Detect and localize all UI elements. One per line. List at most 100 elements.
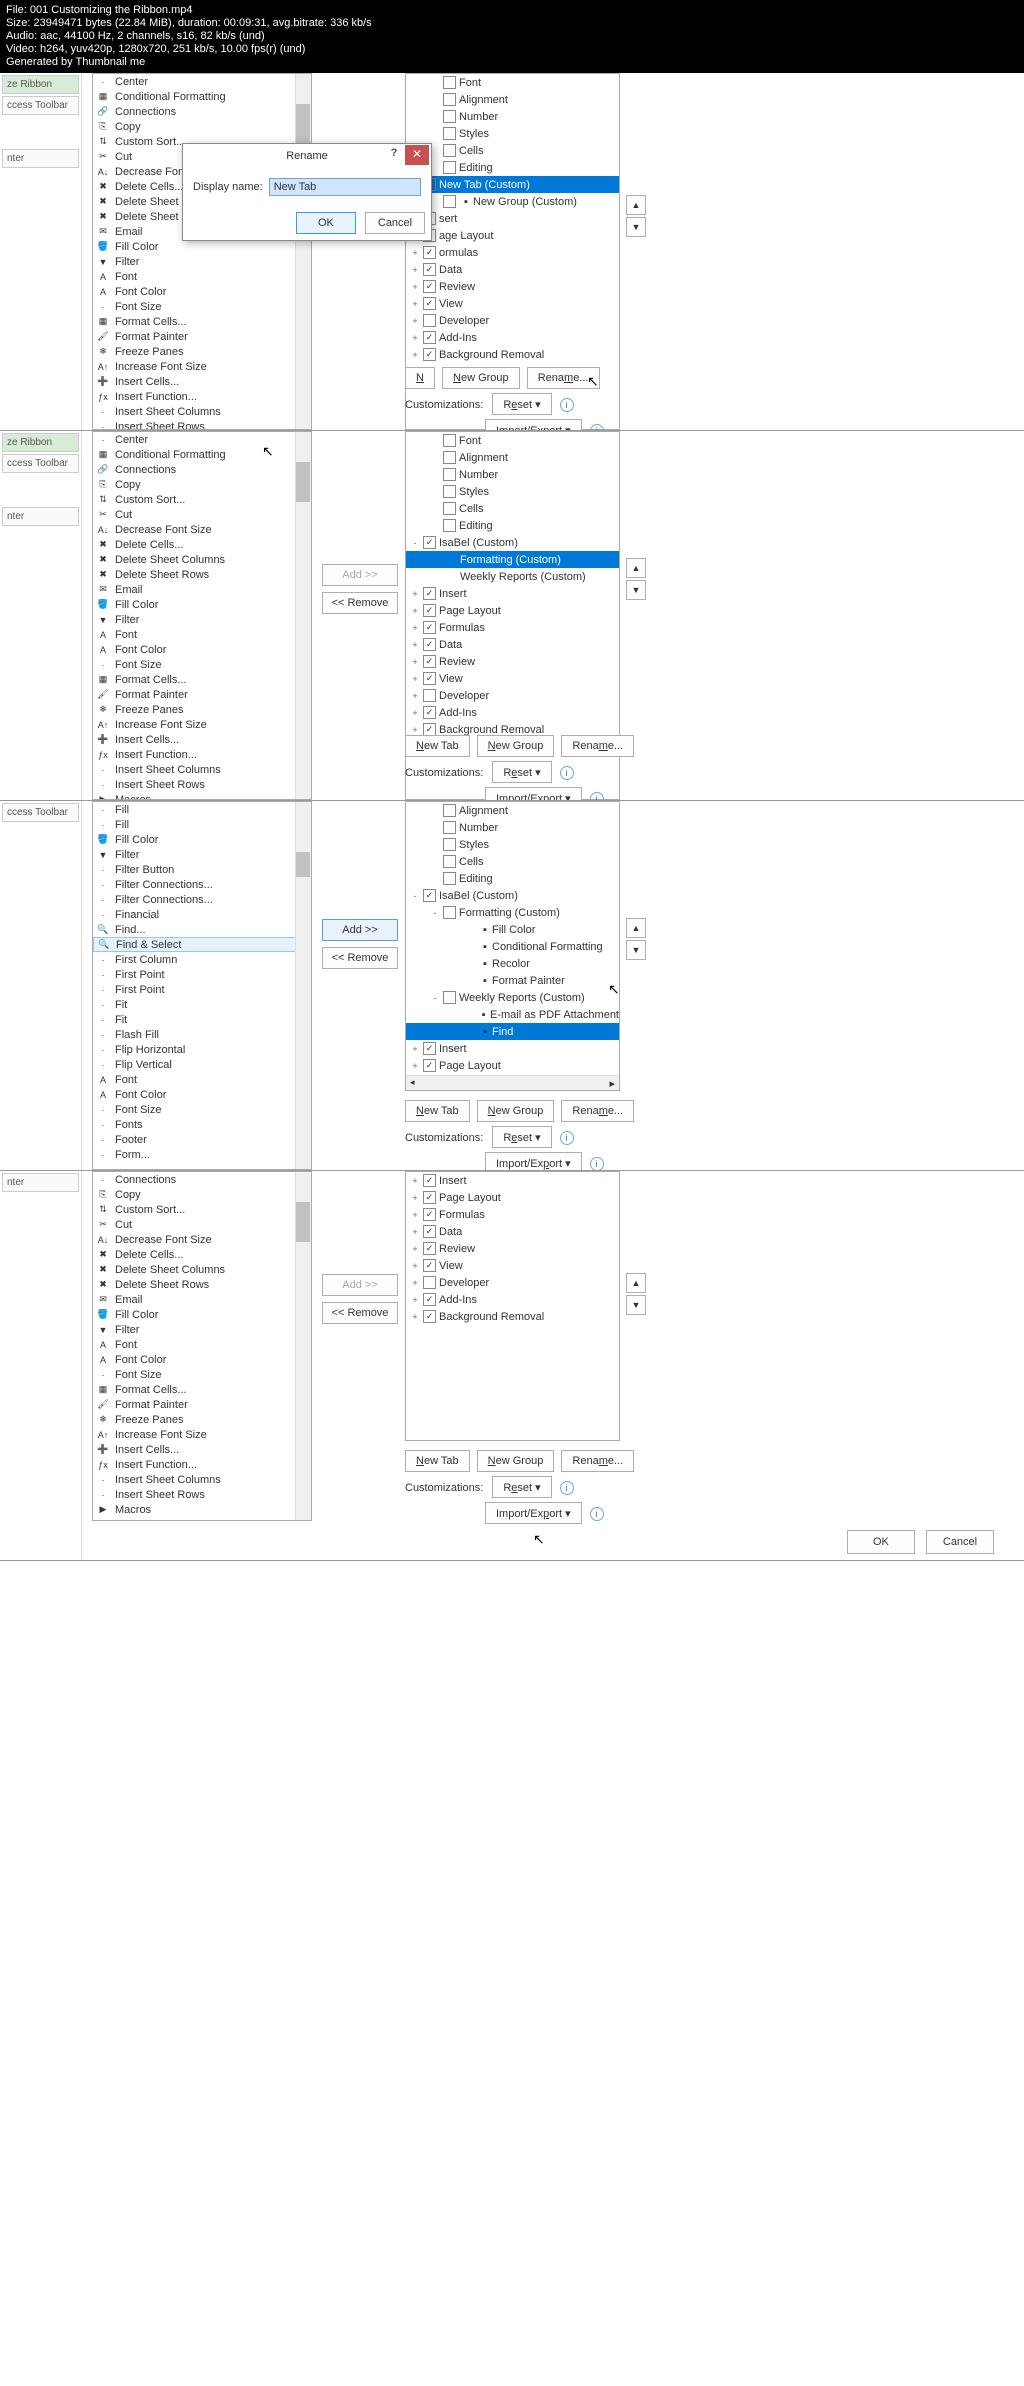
command-item[interactable]: 🖌Format Painter bbox=[93, 329, 311, 344]
expand-icon[interactable]: + bbox=[410, 1244, 420, 1254]
command-item[interactable]: ·Form... bbox=[93, 1147, 311, 1162]
expand-icon[interactable]: + bbox=[410, 1044, 420, 1054]
checkbox[interactable] bbox=[423, 655, 436, 668]
dialog-help-button[interactable]: ? bbox=[385, 147, 403, 165]
tree-item[interactable]: Formatting (Custom) bbox=[406, 551, 619, 568]
command-item[interactable]: ·Flip Vertical bbox=[93, 1057, 311, 1072]
tree-item[interactable]: Editing bbox=[406, 517, 619, 534]
new-tab-button[interactable]: New Tab bbox=[405, 735, 470, 757]
command-item[interactable]: A↑Increase Font Size bbox=[93, 1427, 311, 1442]
tree-item[interactable]: ▪Recolor bbox=[406, 955, 619, 972]
checkbox[interactable] bbox=[443, 838, 456, 851]
tree-item[interactable]: +Developer bbox=[406, 312, 619, 329]
expand-icon[interactable]: + bbox=[410, 691, 420, 701]
command-item[interactable]: AFont▸ bbox=[93, 1072, 311, 1087]
tree-item[interactable]: +ormulas bbox=[406, 244, 619, 261]
help-icon[interactable]: i bbox=[590, 424, 604, 432]
command-item[interactable]: ·Flip Horizontal bbox=[93, 1042, 311, 1057]
checkbox[interactable] bbox=[423, 1293, 436, 1306]
command-item[interactable]: ·Connections bbox=[93, 1172, 311, 1187]
checkbox[interactable] bbox=[423, 536, 436, 549]
command-item[interactable]: AFont Color▸ bbox=[93, 642, 311, 657]
command-item[interactable]: ·Fit bbox=[93, 997, 311, 1012]
remove-button[interactable]: << Remove bbox=[322, 947, 398, 969]
tree-item[interactable]: +Page Layout bbox=[406, 1057, 619, 1074]
checkbox[interactable] bbox=[423, 297, 436, 310]
help-icon[interactable]: i bbox=[560, 1481, 574, 1495]
command-item[interactable]: ✖Delete Cells... bbox=[93, 1247, 311, 1262]
tabs-tree[interactable]: +Insert+Page Layout+Formulas+Data+Review… bbox=[405, 1171, 620, 1441]
command-item[interactable]: ·Flash Fill bbox=[93, 1027, 311, 1042]
checkbox[interactable] bbox=[423, 1242, 436, 1255]
help-icon[interactable]: i bbox=[560, 398, 574, 412]
rename-button[interactable]: Rename... bbox=[561, 1100, 634, 1122]
scrollbar[interactable] bbox=[295, 432, 311, 799]
command-item[interactable]: 🪣Fill Color▸ bbox=[93, 597, 311, 612]
command-item[interactable]: ✂Cut bbox=[93, 1217, 311, 1232]
nav-qat[interactable]: ccess Toolbar bbox=[2, 454, 79, 473]
command-item[interactable]: ⎘Copy bbox=[93, 119, 311, 134]
tree-item[interactable]: Styles bbox=[406, 483, 619, 500]
command-item[interactable]: ·Font Size▸ bbox=[93, 1367, 311, 1382]
scrollbar[interactable] bbox=[295, 74, 311, 429]
command-item[interactable]: ·Footer▸ bbox=[93, 1132, 311, 1147]
move-down-button[interactable]: ▼ bbox=[626, 1295, 646, 1315]
expand-icon[interactable]: + bbox=[410, 1312, 420, 1322]
tree-item[interactable]: +Developer bbox=[406, 687, 619, 704]
expand-icon[interactable]: + bbox=[410, 299, 420, 309]
command-item[interactable]: A↓Decrease Font Size bbox=[93, 522, 311, 537]
checkbox[interactable] bbox=[423, 1191, 436, 1204]
command-item[interactable]: 🔗Connections bbox=[93, 462, 311, 477]
command-item[interactable]: ▦Format Cells... bbox=[93, 1382, 311, 1397]
tree-item[interactable]: +Insert bbox=[406, 1040, 619, 1057]
move-down-button[interactable]: ▼ bbox=[626, 580, 646, 600]
remove-button[interactable]: << Remove bbox=[322, 1302, 398, 1324]
dialog-ok-button[interactable]: OK bbox=[296, 212, 356, 234]
command-item[interactable]: AFont Color▸ bbox=[93, 1352, 311, 1367]
command-item[interactable]: ▼Filter bbox=[93, 1322, 311, 1337]
command-item[interactable]: A↓Decrease Font Size bbox=[93, 1232, 311, 1247]
tree-item[interactable]: +sert bbox=[406, 210, 619, 227]
expand-icon[interactable]: + bbox=[410, 265, 420, 275]
tree-item[interactable]: Alignment bbox=[406, 802, 619, 819]
command-item[interactable]: ·Fit bbox=[93, 1012, 311, 1027]
command-item[interactable]: ƒxInsert Function... bbox=[93, 389, 311, 404]
command-item[interactable]: 🔍Find & Select▸ bbox=[93, 937, 311, 952]
tree-item[interactable]: +age Layout bbox=[406, 227, 619, 244]
commands-list[interactable]: ·Connections⎘Copy⇅Custom Sort...✂CutA↓De… bbox=[92, 1171, 312, 1521]
tree-item[interactable]: Cells bbox=[406, 142, 619, 159]
new-group-button[interactable]: New Group bbox=[477, 1100, 555, 1122]
reset-button[interactable]: Reset ▾ bbox=[492, 1126, 551, 1148]
help-icon[interactable]: i bbox=[590, 1507, 604, 1521]
tree-item[interactable]: ▪Conditional Formatting bbox=[406, 938, 619, 955]
command-item[interactable]: 🪣Fill Color▸ bbox=[93, 239, 311, 254]
dialog-cancel-button[interactable]: Cancel bbox=[365, 212, 425, 234]
command-item[interactable]: ·Insert Sheet Rows bbox=[93, 419, 311, 430]
expand-icon[interactable]: + bbox=[410, 1193, 420, 1203]
import-export-button[interactable]: Import/Export ▾ bbox=[485, 787, 582, 801]
checkbox[interactable] bbox=[443, 434, 456, 447]
checkbox[interactable] bbox=[423, 1225, 436, 1238]
expand-icon[interactable]: + bbox=[410, 248, 420, 258]
expand-icon[interactable]: + bbox=[410, 640, 420, 650]
checkbox[interactable] bbox=[443, 451, 456, 464]
nav-center[interactable]: nter bbox=[2, 507, 79, 526]
help-icon[interactable]: i bbox=[590, 1157, 604, 1171]
expand-icon[interactable]: - bbox=[430, 993, 440, 1003]
command-item[interactable]: 🔍Find... bbox=[93, 922, 311, 937]
checkbox[interactable] bbox=[443, 519, 456, 532]
command-item[interactable]: ·Insert Sheet Columns bbox=[93, 404, 311, 419]
tree-item[interactable]: +Review bbox=[406, 1240, 619, 1257]
checkbox[interactable] bbox=[443, 821, 456, 834]
tree-item[interactable]: +Data bbox=[406, 636, 619, 653]
scrollbar[interactable] bbox=[295, 1172, 311, 1520]
tree-item[interactable]: ▪Find bbox=[406, 1023, 619, 1040]
command-item[interactable]: ·Fill▸ bbox=[93, 802, 311, 817]
command-item[interactable]: ▼Filter bbox=[93, 612, 311, 627]
tree-item[interactable]: ▪Format Painter bbox=[406, 972, 619, 989]
tree-item[interactable]: +Background Removal bbox=[406, 1308, 619, 1325]
command-item[interactable]: ƒxInsert Function... bbox=[93, 1457, 311, 1472]
checkbox[interactable] bbox=[443, 804, 456, 817]
reset-button[interactable]: Reset ▾ bbox=[492, 761, 551, 783]
command-item[interactable]: ✖Delete Sheet Columns bbox=[93, 552, 311, 567]
